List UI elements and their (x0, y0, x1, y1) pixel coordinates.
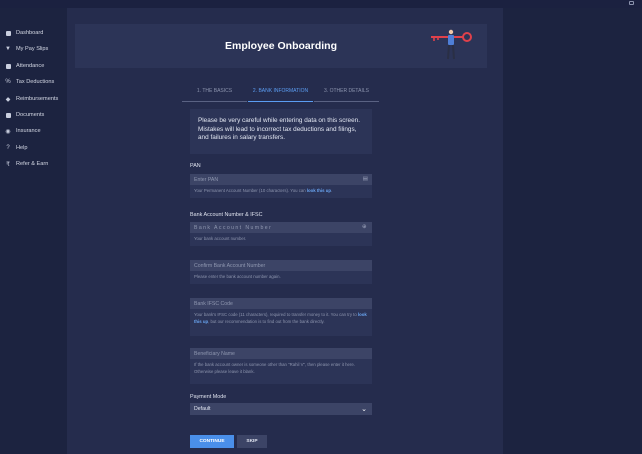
tab-other-details[interactable]: 3. OTHER DETAILS (314, 88, 379, 102)
account-field-group: Bank Account Number ⊕ Your bank account … (190, 222, 372, 246)
filter-icon: ▼ (5, 46, 11, 52)
top-bar (0, 0, 642, 8)
document-icon (4, 111, 12, 119)
sidebar-item-refer-earn[interactable]: ₹ Refer & Earn (4, 157, 48, 171)
main-content: Employee Onboarding 1. THE BASICS 2. BAN… (67, 8, 503, 454)
sidebar-item-insurance[interactable]: ◉ Insurance (4, 124, 41, 138)
confirm-help-text: Please enter the bank account number aga… (194, 274, 281, 279)
question-icon: ? (6, 145, 10, 151)
sidebar-item-pay-slips[interactable]: ▼ My Pay Slips (4, 42, 48, 56)
sidebar-item-label: My Pay Slips (16, 46, 49, 52)
onboarding-banner: Employee Onboarding (75, 24, 487, 68)
window-icon[interactable] (629, 1, 634, 5)
sidebar-item-reimbursements[interactable]: ◆ Reimbursements (4, 92, 59, 106)
bank-account-input[interactable]: Bank Account Number ⊕ (190, 222, 372, 233)
sidebar-item-label: Documents (16, 112, 45, 118)
ifsc-help-text: Your bank's IFSC code (11 characters), r… (194, 312, 367, 324)
pan-label: PAN (190, 163, 201, 169)
person-with-key-illustration (431, 29, 472, 60)
shield-icon: ◉ (5, 128, 11, 135)
sidebar-item-label: Tax Deductions (16, 79, 55, 85)
ifsc-input[interactable]: Bank IFSC Code (190, 298, 372, 309)
sidebar: Dashboard ▼ My Pay Slips Attendance % Ta… (0, 8, 66, 454)
pan-help-text: Your Permanent Account Number (10 charac… (194, 188, 333, 193)
sidebar-item-documents[interactable]: Documents (4, 108, 44, 122)
briefcase-icon (4, 29, 12, 37)
id-card-icon: ▤ (362, 176, 368, 182)
sidebar-item-help[interactable]: ? Help (4, 141, 28, 155)
chevron-down-icon: ⌄ (361, 406, 367, 413)
payment-mode-select[interactable]: Default ⌄ (190, 403, 372, 415)
percent-icon: % (5, 79, 11, 85)
beneficiary-help-text: If the bank account owner is someone oth… (194, 362, 355, 374)
pan-field-group: Enter PAN ▤ Your Permanent Account Numbe… (190, 174, 372, 198)
page-title: Employee Onboarding (224, 40, 337, 52)
confirm-account-input[interactable]: Confirm Bank Account Number (190, 260, 372, 271)
account-help-text: Your bank account number. (194, 236, 247, 241)
right-background-panel (503, 8, 642, 454)
pan-input[interactable]: Enter PAN ▤ (190, 174, 372, 185)
calendar-icon (4, 62, 12, 70)
sidebar-item-label: Insurance (16, 128, 41, 134)
sidebar-item-tax-deductions[interactable]: % Tax Deductions (4, 75, 54, 89)
sidebar-item-label: Reimbursements (16, 96, 59, 102)
sidebar-item-attendance[interactable]: Attendance (4, 59, 44, 73)
rupee-icon: ₹ (6, 161, 10, 168)
tab-the-basics[interactable]: 1. THE BASICS (182, 88, 247, 102)
onboarding-steps: 1. THE BASICS 2. BANK INFORMATION 3. OTH… (182, 88, 380, 102)
sidebar-item-label: Refer & Earn (16, 161, 49, 167)
sidebar-item-dashboard[interactable]: Dashboard (4, 26, 43, 40)
sidebar-item-label: Dashboard (16, 30, 44, 36)
ifsc-field-group: Bank IFSC Code Your bank's IFSC code (11… (190, 298, 372, 336)
tab-bank-information[interactable]: 2. BANK INFORMATION (248, 88, 313, 102)
sidebar-item-label: Attendance (16, 63, 45, 69)
tag-icon: ◆ (5, 96, 11, 103)
beneficiary-name-input[interactable]: Beneficiary Name (190, 348, 372, 359)
bank-icon: ⊕ (361, 224, 368, 230)
payment-mode-label: Payment Mode (190, 394, 227, 400)
confirm-field-group: Confirm Bank Account Number Please enter… (190, 260, 372, 284)
pan-lookup-link[interactable]: look this up (307, 188, 331, 193)
bank-account-section-label: Bank Account Number & IFSC (190, 212, 263, 218)
sidebar-item-label: Help (16, 145, 28, 151)
continue-button[interactable]: CONTINUE (190, 435, 234, 448)
warning-notice: Please be very careful while entering da… (190, 109, 372, 154)
skip-button[interactable]: SKIP (237, 435, 267, 448)
beneficiary-field-group: Beneficiary Name If the bank account own… (190, 348, 372, 384)
